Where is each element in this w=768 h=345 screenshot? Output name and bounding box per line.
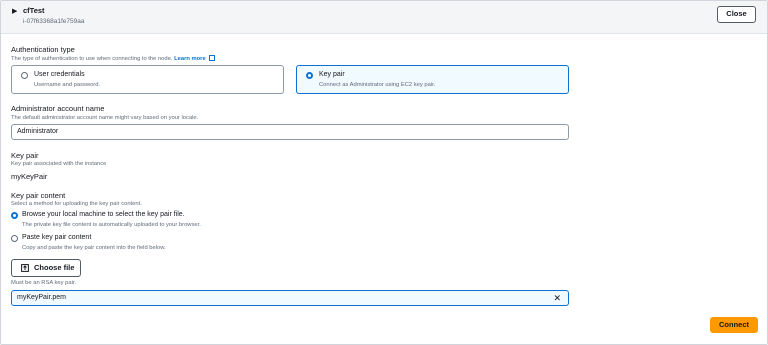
instance-header: ▶ cfTest i-07f63368a1fe759aa Close — [1, 1, 767, 34]
paste-option-label[interactable]: Paste key pair content — [22, 234, 91, 241]
connect-button[interactable]: Connect — [710, 317, 758, 333]
external-link-icon[interactable] — [209, 55, 216, 61]
admin-account-description: The default administrator account name m… — [11, 115, 199, 121]
radio-browse-local[interactable] — [11, 212, 18, 219]
auth-option-description: Username and password. — [34, 82, 101, 88]
upload-icon — [21, 264, 29, 272]
instance-name: cfTest — [23, 6, 45, 15]
key-pair-content-label: Key pair content — [11, 191, 66, 200]
key-file-input[interactable]: myKeyPair.pem ✕ — [11, 290, 569, 306]
learn-more-link[interactable]: Learn more — [174, 56, 206, 62]
choose-file-button[interactable]: Choose file — [11, 259, 81, 277]
auth-option-key-pair[interactable]: Key pair Connect as Administrator using … — [296, 65, 569, 94]
choose-file-label: Choose file — [34, 263, 75, 272]
auth-option-label: Key pair — [319, 71, 345, 78]
radio-paste-content[interactable] — [11, 235, 18, 242]
auth-option-user-credentials[interactable]: User credentials Username and password. — [11, 65, 284, 94]
clear-icon[interactable]: ✕ — [553, 292, 561, 304]
key-pair-value: myKeyPair — [11, 172, 48, 181]
caret-right-icon[interactable]: ▶ — [12, 7, 17, 15]
radio-key-pair[interactable] — [306, 72, 313, 79]
paste-option-description: Copy and paste the key pair content into… — [22, 245, 166, 251]
browse-option-description: The private key file content is automati… — [22, 222, 201, 228]
key-file-value: myKeyPair.pem — [17, 294, 67, 301]
auth-option-label: User credentials — [34, 71, 85, 78]
admin-account-input[interactable]: Administrator — [11, 124, 569, 140]
file-hint: Must be an RSA key pair. — [11, 280, 77, 286]
instance-id: i-07f63368a1fe759aa — [23, 18, 85, 25]
key-pair-description: Key pair associated with the instance — [11, 161, 107, 167]
auth-type-label: Authentication type — [11, 45, 75, 54]
auth-option-description: Connect as Administrator using EC2 key p… — [319, 82, 436, 88]
close-button[interactable]: Close — [717, 6, 756, 23]
admin-account-label: Administrator account name — [11, 104, 105, 113]
browse-option-label[interactable]: Browse your local machine to select the … — [22, 211, 185, 218]
radio-user-credentials[interactable] — [21, 72, 28, 79]
auth-type-description: The type of authentication to use when c… — [11, 55, 216, 62]
key-pair-content-description: Select a method for uploading the key pa… — [11, 201, 142, 207]
key-pair-label: Key pair — [11, 151, 39, 160]
auth-type-description-text: The type of authentication to use when c… — [11, 56, 173, 62]
